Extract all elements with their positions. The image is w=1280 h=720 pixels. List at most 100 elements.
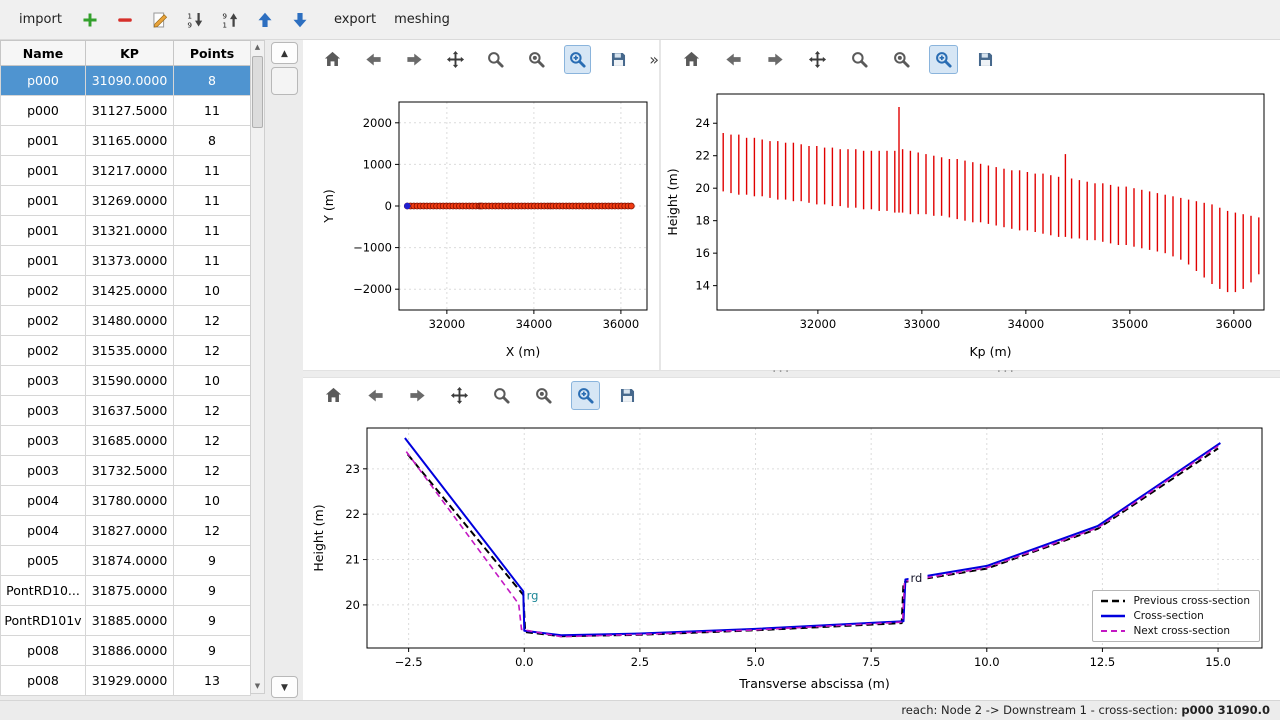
zoom-button[interactable]: [487, 381, 516, 410]
edit-button[interactable]: [147, 7, 173, 33]
svg-text:20: 20: [345, 598, 360, 612]
scrollbar-thumb[interactable]: [271, 67, 298, 95]
pan-button[interactable]: [445, 381, 474, 410]
legend-entry: Cross-section: [1100, 610, 1250, 622]
scroll-down-button[interactable]: ▼: [251, 680, 264, 693]
sort-desc-button[interactable]: 19: [182, 7, 208, 33]
save-icon: [609, 50, 628, 69]
horizontal-splitter[interactable]: ··· ···: [303, 370, 1280, 378]
edit-icon: [151, 11, 169, 29]
zoom-dot-button[interactable]: [523, 45, 551, 74]
sort-asc-button[interactable]: 91: [217, 7, 243, 33]
svg-text:20: 20: [695, 181, 710, 195]
table-row[interactable]: p00231480.000012: [1, 306, 251, 336]
back-button[interactable]: [719, 45, 748, 74]
table-row[interactable]: p00431827.000012: [1, 516, 251, 546]
cross-section-chart[interactable]: rgrd−2.50.02.55.07.510.012.515.020212223…: [303, 412, 1280, 706]
column-header[interactable]: Name: [1, 41, 86, 66]
svg-text:−2000: −2000: [353, 282, 392, 296]
table-row[interactable]: p00131321.000011: [1, 216, 251, 246]
forward-icon: [405, 50, 424, 69]
zoom-dot-button[interactable]: [887, 45, 916, 74]
table-row[interactable]: p00331590.000010: [1, 366, 251, 396]
table-cell: 11: [174, 96, 251, 126]
scroll-down-button[interactable]: ▼: [271, 676, 298, 698]
svg-text:Height (m): Height (m): [311, 504, 326, 571]
table-cell: p002: [1, 336, 86, 366]
move-down-button[interactable]: [287, 7, 313, 33]
zoom-rect-button[interactable]: [571, 381, 600, 410]
forward-button[interactable]: [401, 45, 429, 74]
table-row[interactable]: p00031127.500011: [1, 96, 251, 126]
home-button[interactable]: [677, 45, 706, 74]
table-row[interactable]: p00031090.00008: [1, 66, 251, 96]
save-button[interactable]: [604, 45, 632, 74]
column-header[interactable]: Points: [174, 41, 251, 66]
svg-text:1000: 1000: [363, 157, 392, 171]
forward-button[interactable]: [761, 45, 790, 74]
move-up-button[interactable]: [252, 7, 278, 33]
table-cell: 9: [174, 606, 251, 636]
table-cell: p008: [1, 666, 86, 696]
zoom-button[interactable]: [482, 45, 510, 74]
table-row[interactable]: p00431780.000010: [1, 486, 251, 516]
panel-scrollbar[interactable]: ▲ ▼: [271, 42, 298, 698]
zoom-dot-button[interactable]: [529, 381, 558, 410]
table-scrollbar[interactable]: ▲ ▼: [250, 40, 265, 694]
table-row[interactable]: PontRD10...31875.00009: [1, 576, 251, 606]
pan-button[interactable]: [803, 45, 832, 74]
table-row[interactable]: p00131269.000011: [1, 186, 251, 216]
svg-text:22: 22: [345, 507, 360, 521]
cross-section-table: NameKPPoints p00031090.00008p00031127.50…: [0, 40, 251, 696]
table-cell: 11: [174, 156, 251, 186]
table-row[interactable]: p00531874.00009: [1, 546, 251, 576]
table-cell: 31269.0000: [86, 186, 174, 216]
zoom-icon: [850, 50, 869, 69]
remove-button[interactable]: [112, 7, 138, 33]
table-row[interactable]: p00331732.500012: [1, 456, 251, 486]
save-button[interactable]: [613, 381, 642, 410]
table-row[interactable]: p00331637.500012: [1, 396, 251, 426]
table-row[interactable]: PontRD101v31885.00009: [1, 606, 251, 636]
svg-text:21: 21: [345, 553, 360, 567]
zoom-rect-button[interactable]: [929, 45, 958, 74]
table-row[interactable]: p00331685.000012: [1, 426, 251, 456]
export-button[interactable]: export: [325, 8, 385, 31]
scrollbar-thumb[interactable]: [252, 56, 263, 128]
table-cell: p001: [1, 246, 86, 276]
table-row[interactable]: p00231425.000010: [1, 276, 251, 306]
table-row[interactable]: p00831886.00009: [1, 636, 251, 666]
forward-button[interactable]: [403, 381, 432, 410]
application-window: import 19 91 export meshing NameKPPoints …: [0, 0, 1280, 720]
pan-button[interactable]: [441, 45, 469, 74]
table-row[interactable]: p00231535.000012: [1, 336, 251, 366]
add-button[interactable]: [77, 7, 103, 33]
save-button[interactable]: [971, 45, 1000, 74]
back-button[interactable]: [361, 381, 390, 410]
legend-line-sample: [1100, 611, 1126, 621]
toolbar-overflow-button[interactable]: »: [649, 50, 659, 69]
plan-view-chart[interactable]: 320003400036000−2000−1000010002000X (m)Y…: [303, 78, 659, 374]
longitudinal-profile-chart[interactable]: 3200033000340003500036000141618202224Kp …: [661, 78, 1280, 374]
zoom-rect-button[interactable]: [564, 45, 592, 74]
table-cell: 12: [174, 306, 251, 336]
table-cell: p001: [1, 186, 86, 216]
table-row[interactable]: p00131373.000011: [1, 246, 251, 276]
column-header[interactable]: KP: [86, 41, 174, 66]
table-cell: 31165.0000: [86, 126, 174, 156]
svg-text:34000: 34000: [1008, 317, 1045, 331]
home-button[interactable]: [319, 45, 347, 74]
meshing-button[interactable]: meshing: [385, 8, 459, 31]
back-button[interactable]: [360, 45, 388, 74]
table-row[interactable]: p00831929.000013: [1, 666, 251, 696]
import-button[interactable]: import: [10, 8, 71, 31]
scroll-up-button[interactable]: ▲: [271, 42, 298, 64]
scroll-up-button[interactable]: ▲: [251, 41, 264, 54]
home-button[interactable]: [319, 381, 348, 410]
table-cell: p001: [1, 156, 86, 186]
table-row[interactable]: p00131165.00008: [1, 126, 251, 156]
zoom-button[interactable]: [845, 45, 874, 74]
chart-legend: Previous cross-sectionCross-sectionNext …: [1092, 590, 1260, 642]
table-cell: p005: [1, 546, 86, 576]
table-row[interactable]: p00131217.000011: [1, 156, 251, 186]
